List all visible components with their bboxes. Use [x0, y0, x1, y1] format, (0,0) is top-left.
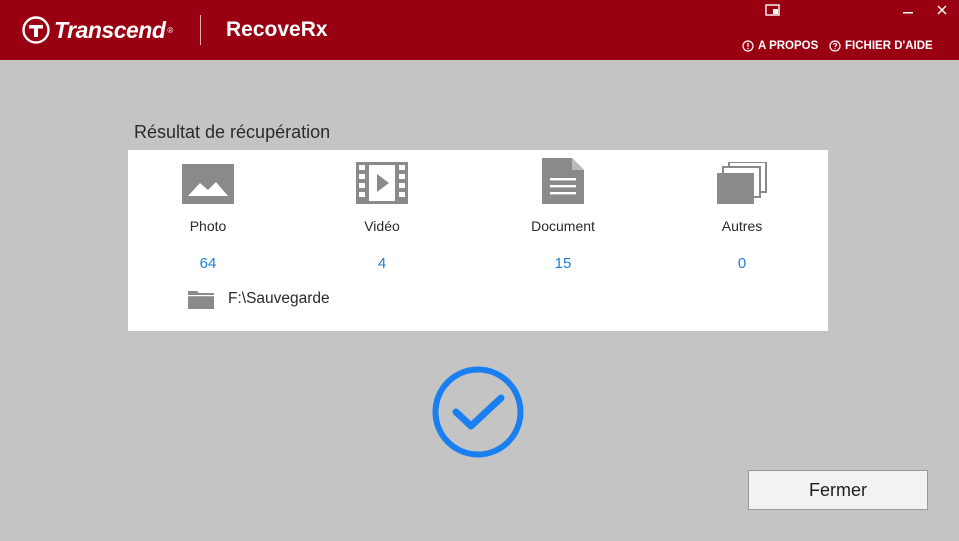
category-count: 4: [377, 255, 387, 272]
category-label: Photo: [189, 218, 227, 234]
photo-icon: [182, 164, 234, 204]
category-video: Vidéo 4: [312, 158, 452, 272]
brand-name: Transcend: [54, 16, 166, 43]
others-icon: [717, 162, 767, 204]
header-divider: [200, 15, 201, 45]
help-link[interactable]: FICHIER D'AIDE: [829, 38, 933, 54]
category-label: Vidéo: [364, 218, 400, 234]
transcend-logo-icon: [22, 16, 50, 44]
help-label: FICHIER D'AIDE: [845, 40, 933, 52]
category-photo: Photo 64: [138, 158, 278, 272]
result-panel: Photo 64 Vidéo 4 Document 15 Autres 0 F:…: [128, 150, 828, 331]
info-icon: [742, 40, 754, 52]
category-document: Document 15: [493, 158, 633, 272]
destination-folder: F:\Sauvegarde: [188, 288, 330, 310]
title-bar: Transcend ® RecoveRx A PROPOS FICHIER D'…: [0, 0, 959, 60]
video-icon: [356, 162, 408, 204]
category-label: Autres: [721, 218, 763, 234]
help-icon: [829, 40, 841, 52]
category-label: Document: [531, 218, 595, 234]
destination-path: F:\Sauvegarde: [228, 290, 330, 307]
about-link[interactable]: A PROPOS: [742, 38, 818, 54]
app-title: RecoveRx: [226, 18, 328, 41]
about-label: A PROPOS: [758, 40, 819, 52]
check-circle-icon: [432, 366, 524, 458]
close-button[interactable]: Fermer: [748, 470, 928, 510]
close-icon[interactable]: [932, 4, 952, 20]
category-others: Autres 0: [672, 158, 812, 272]
window-mode-icon[interactable]: [764, 4, 782, 20]
folder-icon: [188, 291, 214, 309]
category-count: 0: [737, 255, 747, 272]
registered-mark: ®: [167, 25, 174, 35]
document-icon: [542, 158, 584, 204]
category-count: 64: [199, 255, 217, 272]
transcend-logo: Transcend ®: [22, 15, 173, 45]
minimize-icon[interactable]: [898, 4, 918, 20]
result-title: Résultat de récupération: [134, 122, 331, 142]
category-count: 15: [554, 255, 572, 272]
